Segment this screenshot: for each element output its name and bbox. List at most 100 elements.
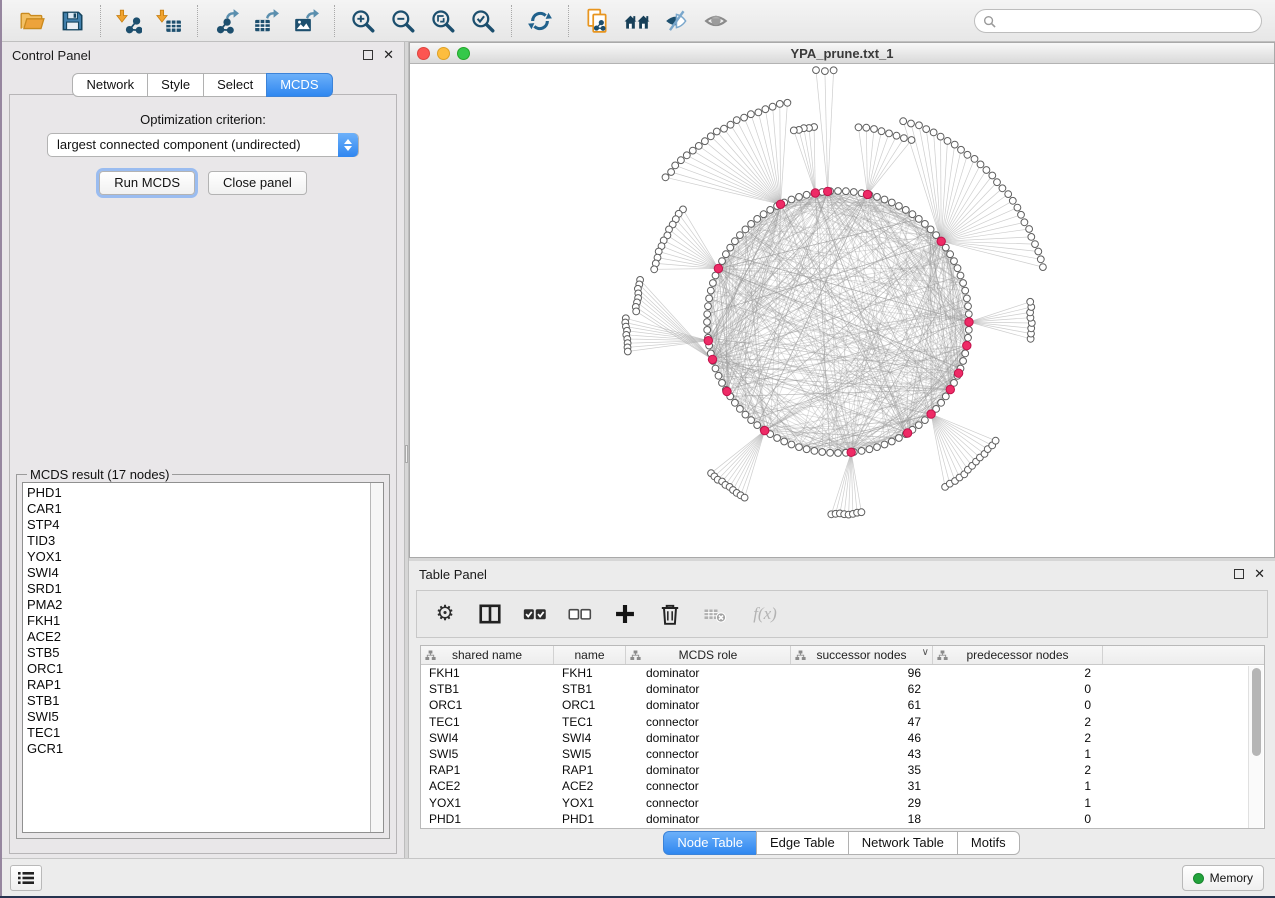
satellite-node[interactable] xyxy=(741,494,748,501)
tab-mcds[interactable]: MCDS xyxy=(266,73,332,97)
satellite-node[interactable] xyxy=(989,172,996,179)
network-node[interactable] xyxy=(909,211,916,218)
network-node[interactable] xyxy=(767,207,774,214)
cell-mcds-role[interactable]: connector xyxy=(626,715,791,729)
satellite-node[interactable] xyxy=(702,138,709,145)
cell-mcds-role[interactable]: connector xyxy=(626,796,791,810)
network-node[interactable] xyxy=(962,350,969,357)
network-node[interactable] xyxy=(827,449,834,456)
cell-shared-name[interactable]: YOX1 xyxy=(421,796,554,810)
network-node[interactable] xyxy=(888,438,895,445)
fan-edges[interactable] xyxy=(625,70,1043,514)
satellite-node[interactable] xyxy=(944,138,951,145)
network-node[interactable] xyxy=(710,280,717,287)
cell-mcds-role[interactable]: dominator xyxy=(626,666,791,680)
cell-mcds-role[interactable]: dominator xyxy=(626,698,791,712)
cell-name[interactable]: PHD1 xyxy=(554,812,626,826)
show-all-eye-icon[interactable] xyxy=(703,7,731,35)
close-panel-icon[interactable]: ✕ xyxy=(383,50,394,60)
network-node[interactable] xyxy=(965,303,972,310)
mcds-hub-node[interactable] xyxy=(965,318,973,326)
network-node[interactable] xyxy=(748,221,755,228)
network-node[interactable] xyxy=(965,327,972,334)
cell-shared-name[interactable]: FKH1 xyxy=(421,666,554,680)
mcds-hub-node[interactable] xyxy=(704,337,712,345)
network-node[interactable] xyxy=(835,188,842,195)
network-node[interactable] xyxy=(942,393,949,400)
network-node[interactable] xyxy=(850,189,857,196)
cell-shared-name[interactable]: RAP1 xyxy=(421,763,554,777)
cell-predecessor-nodes[interactable]: 0 xyxy=(933,682,1103,696)
table-row[interactable]: ACE2ACE2connector311 xyxy=(421,778,1264,794)
open-file-icon[interactable] xyxy=(18,7,46,35)
tab-motifs[interactable]: Motifs xyxy=(957,831,1020,855)
network-node[interactable] xyxy=(881,196,888,203)
cell-predecessor-nodes[interactable]: 1 xyxy=(933,779,1103,793)
satellite-node[interactable] xyxy=(784,99,791,106)
mcds-result-item[interactable]: STB5 xyxy=(27,645,379,661)
mcds-result-item[interactable]: SRD1 xyxy=(27,581,379,597)
float-panel-icon[interactable] xyxy=(363,50,373,60)
mcds-result-list[interactable]: PHD1CAR1STP4TID3YOX1SWI4SRD1PMA2FKH1ACE2… xyxy=(22,482,384,833)
satellite-node[interactable] xyxy=(886,130,893,137)
satellite-node[interactable] xyxy=(678,157,685,164)
export-network-icon[interactable] xyxy=(212,7,240,35)
satellite-node[interactable] xyxy=(901,135,908,142)
function-builder-icon[interactable]: f(x) xyxy=(748,602,782,626)
satellite-node[interactable] xyxy=(822,68,829,75)
mcds-hub-node[interactable] xyxy=(708,355,716,363)
network-node[interactable] xyxy=(858,448,865,455)
tab-select[interactable]: Select xyxy=(203,73,267,97)
satellite-node[interactable] xyxy=(871,126,878,133)
cell-successor-nodes[interactable]: 46 xyxy=(791,731,933,745)
select-all-rows-icon[interactable] xyxy=(523,602,547,626)
splitter-grip[interactable] xyxy=(405,445,408,463)
cell-mcds-role[interactable]: dominator xyxy=(626,812,791,826)
satellite-node[interactable] xyxy=(1027,298,1034,305)
mcds-result-item[interactable]: TEC1 xyxy=(27,725,379,741)
satellite-node[interactable] xyxy=(964,151,971,158)
mcds-hub-node[interactable] xyxy=(963,341,971,349)
satellite-node[interactable] xyxy=(695,143,702,150)
network-node[interactable] xyxy=(742,411,749,418)
scrollbar-thumb[interactable] xyxy=(1252,668,1261,756)
network-node[interactable] xyxy=(796,194,803,201)
table-settings-icon[interactable]: ⚙ xyxy=(433,602,457,626)
satellite-node[interactable] xyxy=(762,106,769,113)
network-node[interactable] xyxy=(737,232,744,239)
table-row[interactable]: STB1STB1dominator620 xyxy=(421,681,1264,697)
mcds-hub-node[interactable] xyxy=(946,385,954,393)
satellite-node[interactable] xyxy=(916,122,923,129)
mcds-result-item[interactable]: RAP1 xyxy=(27,677,379,693)
satellite-node[interactable] xyxy=(994,179,1001,186)
cell-successor-nodes[interactable]: 96 xyxy=(791,666,933,680)
cell-successor-nodes[interactable]: 18 xyxy=(791,812,933,826)
satellite-node[interactable] xyxy=(983,167,990,174)
network-node[interactable] xyxy=(874,444,881,451)
mcds-hub-node[interactable] xyxy=(824,187,832,195)
satellite-node[interactable] xyxy=(655,248,662,255)
table-row[interactable]: YOX1YOX1connector291 xyxy=(421,795,1264,811)
cell-successor-nodes[interactable]: 43 xyxy=(791,747,933,761)
table-row[interactable]: TEC1TEC1connector472 xyxy=(421,714,1264,730)
cell-shared-name[interactable]: ORC1 xyxy=(421,698,554,712)
satellite-node[interactable] xyxy=(633,308,640,315)
first-neighbors-icon[interactable] xyxy=(623,7,651,35)
satellite-node[interactable] xyxy=(1005,191,1012,198)
search-input[interactable] xyxy=(1001,14,1261,28)
satellite-node[interactable] xyxy=(900,118,907,125)
network-node[interactable] xyxy=(754,422,761,429)
cell-mcds-role[interactable]: dominator xyxy=(626,682,791,696)
network-node[interactable] xyxy=(960,280,967,287)
mcds-hub-node[interactable] xyxy=(723,387,731,395)
network-node[interactable] xyxy=(737,406,744,413)
mcds-result-item[interactable]: FKH1 xyxy=(27,613,379,629)
satellite-node[interactable] xyxy=(813,67,820,74)
network-node[interactable] xyxy=(922,221,929,228)
network-node[interactable] xyxy=(706,295,713,302)
zoom-fit-icon[interactable] xyxy=(429,7,457,35)
column-header-successor-nodes[interactable]: successor nodes∨ xyxy=(791,646,933,664)
mcds-hub-node[interactable] xyxy=(863,190,871,198)
satellite-node[interactable] xyxy=(1040,264,1047,271)
network-node[interactable] xyxy=(732,238,739,245)
